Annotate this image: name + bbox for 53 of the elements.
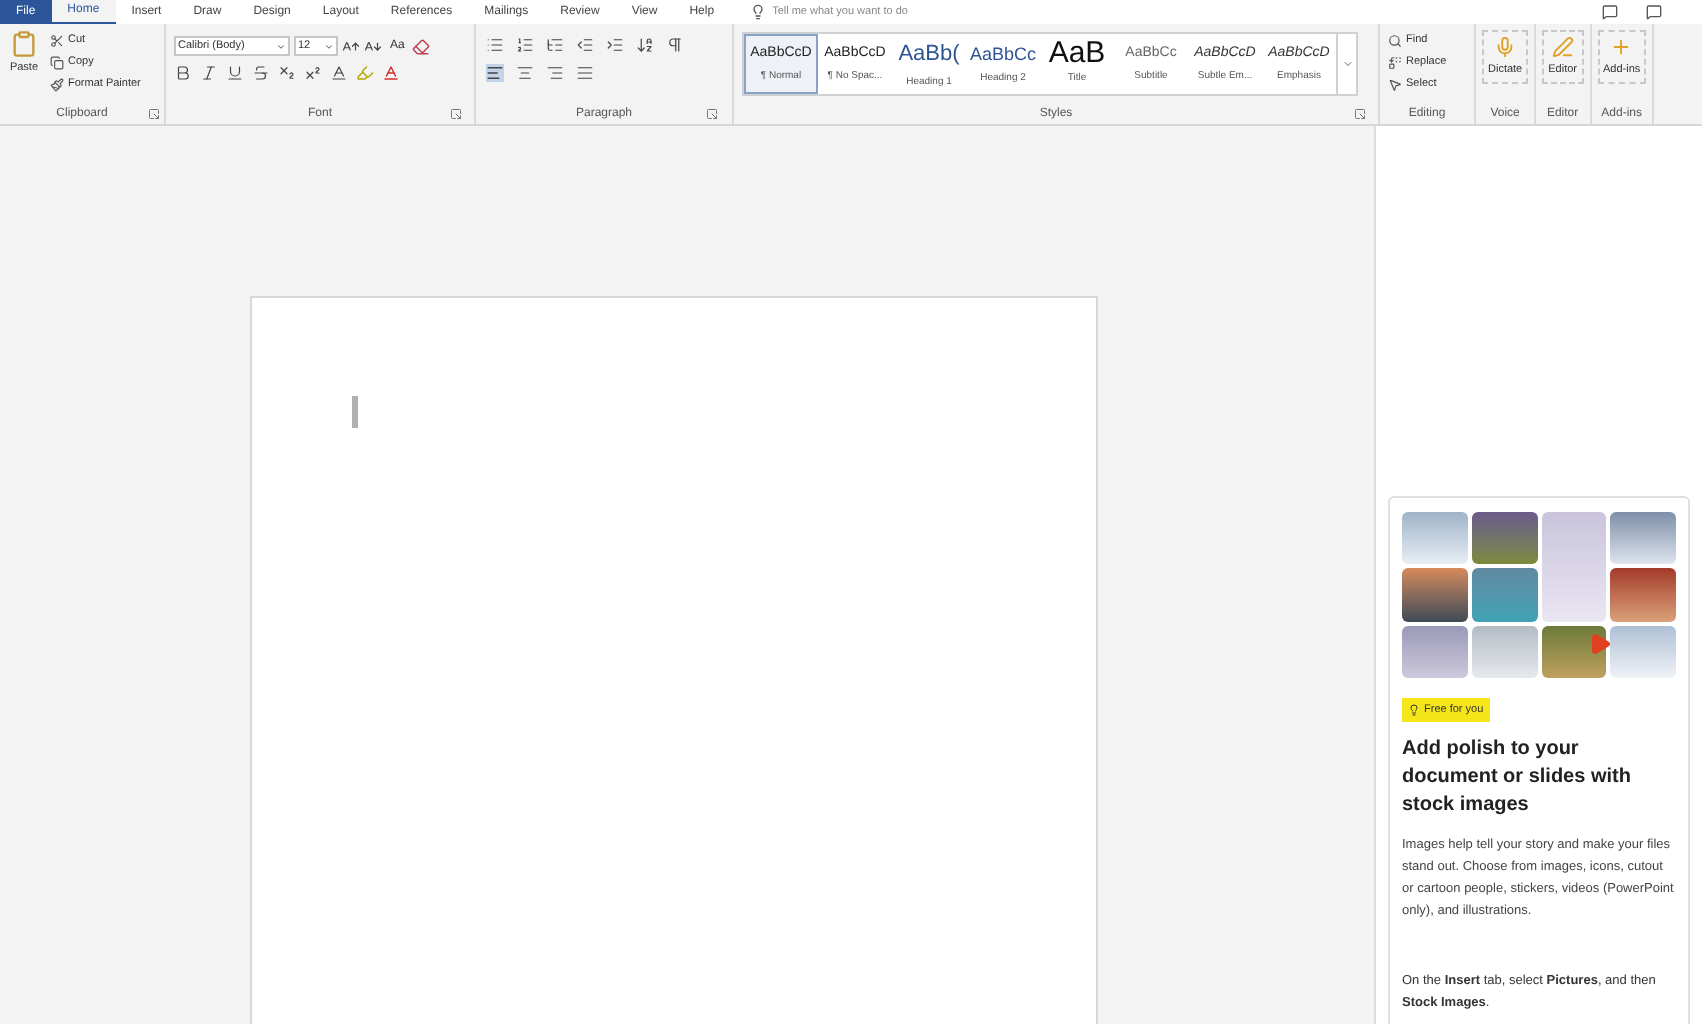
- dialog-launcher-icon[interactable]: [148, 108, 160, 120]
- photo-placeholder: [1402, 568, 1468, 622]
- subscript-icon[interactable]: [278, 64, 296, 82]
- numbering-icon[interactable]: [516, 36, 534, 54]
- strikethrough-icon[interactable]: [252, 64, 270, 82]
- lightbulb-icon: [1408, 704, 1420, 717]
- decrease-indent-icon[interactable]: [576, 36, 594, 54]
- font-color-icon[interactable]: [382, 64, 400, 82]
- justify-icon[interactable]: [576, 64, 594, 82]
- photo-placeholder: [1541, 625, 1607, 678]
- microphone-icon: [1494, 36, 1517, 58]
- scissors-icon: [50, 33, 64, 47]
- underline-icon[interactable]: [226, 64, 244, 82]
- photo-placeholder: [1471, 625, 1537, 678]
- clear-formatting-icon[interactable]: [412, 37, 431, 55]
- multilevel-list-icon[interactable]: [546, 36, 564, 54]
- photo-placeholder: [1471, 512, 1537, 565]
- search-icon: [1388, 33, 1402, 47]
- grow-font-icon[interactable]: [342, 37, 360, 55]
- photo-placeholder: [1471, 568, 1537, 622]
- cursor-icon: [1388, 77, 1402, 91]
- text-cursor: [352, 396, 358, 428]
- chat-icon[interactable]: [1646, 4, 1662, 20]
- align-left-button[interactable]: [486, 64, 504, 82]
- pen-icon: [1551, 36, 1574, 58]
- photo-placeholder: [1541, 512, 1607, 622]
- text-effects-icon[interactable]: [330, 64, 348, 82]
- sort-icon[interactable]: [636, 36, 654, 54]
- photo-placeholder: [1610, 625, 1676, 678]
- photo-placeholder: [1402, 625, 1468, 678]
- photo-placeholder: [1402, 512, 1468, 565]
- lightbulb-icon: [750, 4, 767, 20]
- superscript-icon[interactable]: [304, 64, 322, 82]
- copy-icon: [50, 55, 64, 69]
- bold-icon[interactable]: [174, 64, 192, 82]
- dialog-launcher-icon[interactable]: [450, 108, 462, 120]
- italic-icon[interactable]: [200, 64, 218, 82]
- comments-icon[interactable]: [1602, 4, 1618, 20]
- increase-indent-icon[interactable]: [606, 36, 624, 54]
- paintbrush-icon: [50, 77, 64, 91]
- dialog-launcher-icon[interactable]: [706, 108, 718, 120]
- dialog-launcher-icon[interactable]: [1354, 108, 1366, 120]
- align-center-icon[interactable]: [516, 64, 534, 82]
- play-icon: [1588, 632, 1612, 656]
- card-heading: Add polish to your document or slides with stock images: [1402, 736, 1633, 821]
- align-right-icon[interactable]: [546, 64, 564, 82]
- photo-placeholder: [1610, 512, 1676, 565]
- plus-icon: [1610, 36, 1633, 58]
- pilcrow-icon[interactable]: [666, 36, 684, 54]
- photo-placeholder: [1610, 568, 1676, 622]
- clipboard-icon: [10, 28, 38, 60]
- bullets-icon[interactable]: [486, 36, 504, 54]
- shrink-font-icon[interactable]: [364, 37, 382, 55]
